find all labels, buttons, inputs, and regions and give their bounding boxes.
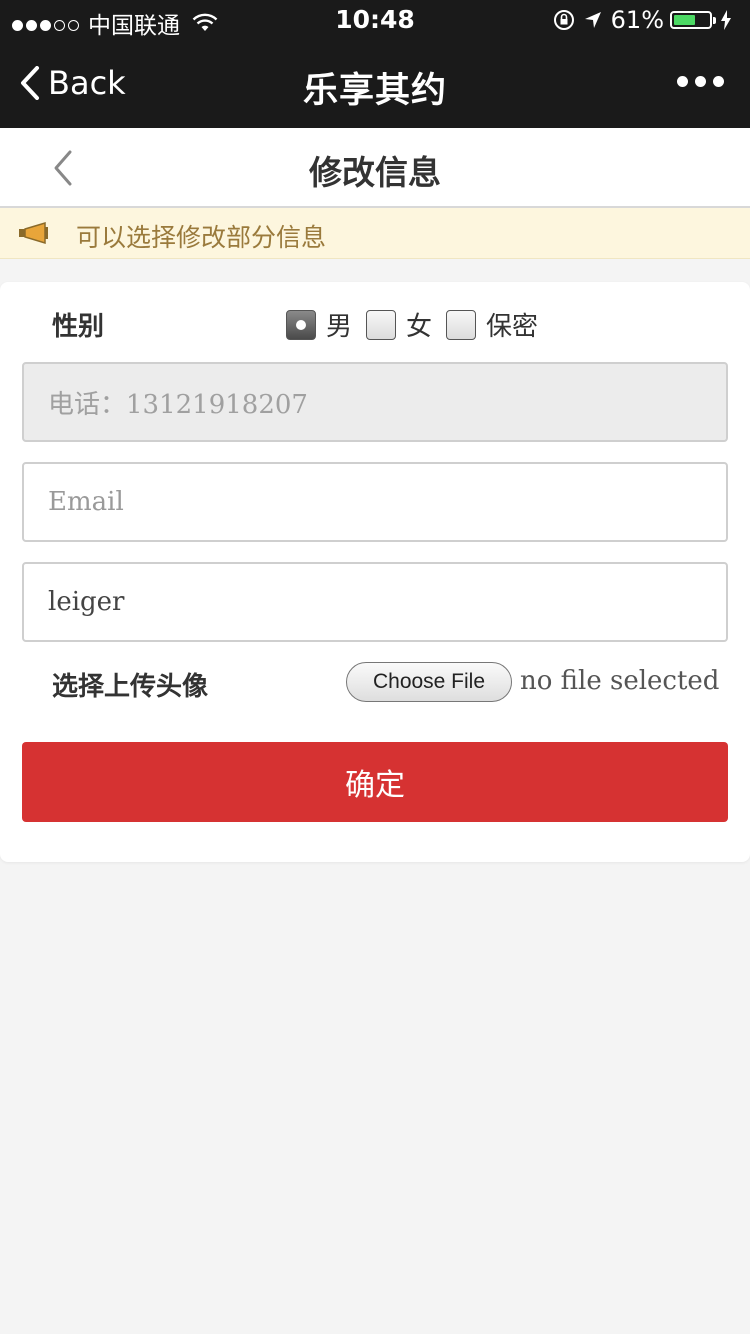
gender-female-checkbox[interactable] [366, 309, 397, 340]
confirm-button[interactable]: 确定 [22, 742, 728, 822]
battery-percent: 61% [610, 6, 664, 34]
notice-text: 可以选择修改部分信息 [76, 223, 327, 252]
gender-male-checkbox[interactable] [286, 309, 316, 340]
charging-bolt-icon [721, 10, 731, 30]
gender-options: 男 女 保密 [286, 306, 552, 343]
status-bar: 中国联通 10:48 61% [0, 0, 750, 40]
gender-label: 性别 [52, 312, 105, 342]
choose-file-button[interactable]: Choose File [346, 662, 512, 702]
app-title: 乐享其约 [302, 71, 447, 111]
email-field[interactable] [22, 462, 728, 542]
location-arrow-icon [584, 12, 601, 28]
rotation-lock-icon [553, 10, 574, 30]
nickname-field[interactable] [22, 562, 728, 642]
more-dot-icon [713, 76, 724, 87]
gender-secret-checkbox[interactable] [446, 309, 477, 340]
more-options-button[interactable] [670, 76, 724, 87]
gender-option-male[interactable]: 男 [286, 306, 358, 343]
avatar-upload-label: 选择上传头像 [52, 672, 209, 702]
more-dot-icon [677, 76, 688, 87]
battery-level [674, 15, 695, 25]
file-status-text: no file selected [520, 666, 720, 696]
gender-option-label: 男 [326, 312, 353, 342]
phone-field [22, 362, 728, 442]
battery-icon [670, 11, 716, 29]
notice-banner: 可以选择修改部分信息 [0, 208, 750, 259]
megaphone-icon [19, 222, 48, 244]
page-header: 修改信息 [0, 128, 750, 208]
profile-form: 性别 男 女 保密 选择上传头像 Choose File no file sel… [0, 282, 750, 862]
gender-option-secret[interactable]: 保密 [446, 306, 544, 343]
gender-option-female[interactable]: 女 [366, 306, 438, 343]
navigation-bar: Back 乐享其约 [0, 40, 750, 128]
gender-option-label: 保密 [486, 312, 539, 342]
more-dot-icon [695, 76, 706, 87]
page-title: 修改信息 [309, 153, 441, 192]
gender-option-label: 女 [406, 312, 433, 342]
